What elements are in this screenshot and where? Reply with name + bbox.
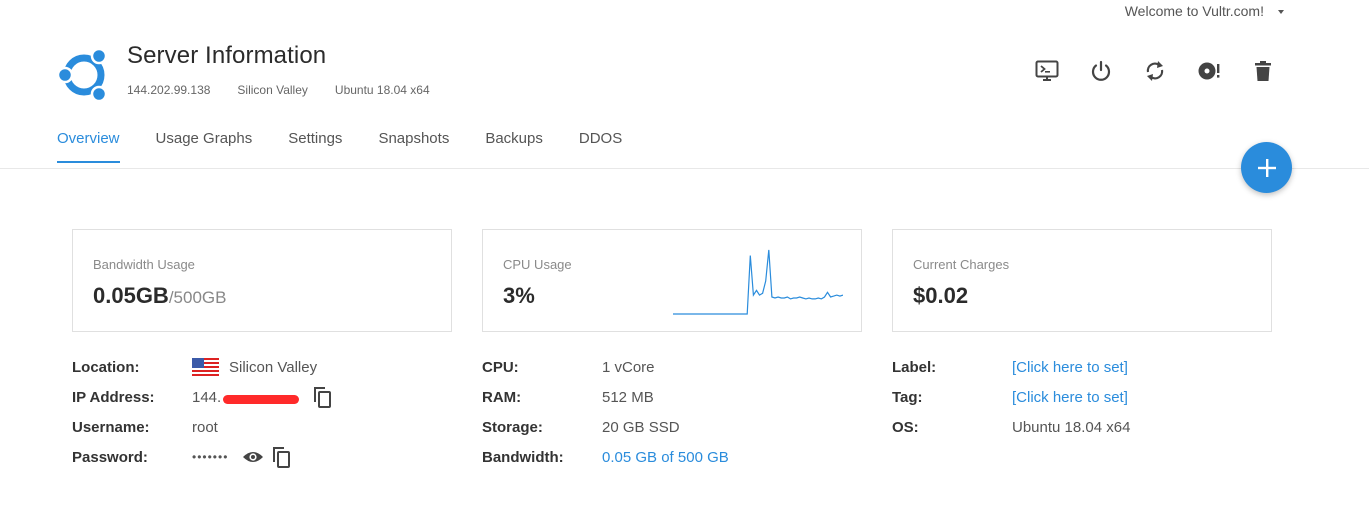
password-key: Password: (72, 448, 148, 466)
eye-icon (243, 452, 264, 462)
server-actions (1034, 58, 1276, 84)
tab-ddos[interactable]: DDOS (579, 130, 622, 163)
ip-text: 144. (192, 388, 222, 406)
cpu-card-label: CPU Usage (503, 257, 572, 272)
cpu-value: 1 vCore (602, 358, 655, 376)
copy-icon (314, 387, 332, 408)
ram-key: RAM: (482, 388, 522, 406)
location-key: Location: (72, 358, 140, 376)
ram-value: 512 MB (602, 388, 654, 406)
bandwidth-used: 0.05GB (93, 283, 169, 308)
charges-card-value: $0.02 (913, 283, 969, 308)
user-menu[interactable]: Welcome to Vultr.com! (1125, 3, 1284, 19)
username-key: Username: (72, 418, 150, 436)
us-flag-icon (192, 358, 219, 376)
copy-password-button[interactable] (272, 446, 291, 468)
server-details-middle: CPU: 1 vCore RAM: 512 MB Storage: 20 GB SSD… (482, 352, 729, 472)
plus-icon (1257, 158, 1276, 177)
console-icon (1035, 60, 1059, 81)
bandwidth-value-link[interactable]: 0.05 GB of 500 GB (602, 449, 729, 466)
cpu-usage-card: CPU Usage 3% (482, 229, 862, 332)
cpu-sparkline (673, 249, 843, 315)
server-os: Ubuntu 18.04 x64 (334, 83, 430, 97)
server-ip: 144.202.99.138 (127, 83, 211, 97)
tab-backups[interactable]: Backups (485, 130, 543, 163)
restart-button[interactable] (1142, 58, 1168, 84)
bandwidth-card-value: 0.05GB/500GB (93, 283, 226, 309)
power-button[interactable] (1088, 58, 1114, 84)
caret-down-icon (1278, 9, 1284, 14)
charges-card-label: Current Charges (913, 257, 1010, 272)
iso-button[interactable] (1196, 58, 1222, 84)
location-value: Silicon Valley (192, 358, 317, 376)
cpu-sparkline-line (673, 249, 843, 315)
power-icon (1091, 60, 1111, 81)
tag-key: Tag: (892, 388, 923, 406)
ubuntu-logo-icon (57, 47, 108, 103)
iso-icon (1198, 62, 1220, 80)
copy-ip-button[interactable] (313, 386, 332, 408)
ip-key: IP Address: (72, 388, 155, 406)
os-value: Ubuntu 18.04 x64 (1012, 418, 1131, 436)
tab-overview[interactable]: Overview (57, 130, 120, 163)
set-label-link[interactable]: [Click here to set] (1012, 359, 1128, 376)
storage-key: Storage: (482, 418, 543, 436)
username-value: root (192, 418, 218, 436)
restart-icon (1146, 61, 1164, 81)
server-header: Server Information 144.202.99.138 Silico… (57, 40, 430, 104)
server-tabs: Overview Usage Graphs Settings Snapshots… (57, 130, 658, 163)
server-details-left: Location: Silicon Valley IP Address: 144… (72, 352, 332, 472)
set-tag-link[interactable]: [Click here to set] (1012, 389, 1128, 406)
add-button[interactable] (1241, 142, 1292, 193)
copy-icon (273, 447, 291, 468)
os-key: OS: (892, 418, 919, 436)
welcome-text: Welcome to Vultr.com! (1124, 3, 1264, 19)
storage-value: 20 GB SSD (602, 418, 680, 436)
label-key: Label: (892, 358, 937, 376)
server-details-right: Label: [Click here to set] Tag: [Click her… (892, 352, 1130, 442)
current-charges-card: Current Charges $0.02 (892, 229, 1272, 332)
show-password-button[interactable] (242, 450, 264, 464)
bandwidth-usage-card: Bandwidth Usage 0.05GB/500GB (72, 229, 452, 332)
destroy-button[interactable] (1250, 58, 1276, 84)
trash-icon (1255, 61, 1271, 81)
bandwidth-key: Bandwidth: (482, 448, 564, 466)
server-location: Silicon Valley (237, 83, 308, 97)
tab-settings[interactable]: Settings (288, 130, 342, 163)
tabs-divider (0, 168, 1369, 169)
tab-snapshots[interactable]: Snapshots (378, 130, 449, 163)
page-title: Server Information (127, 42, 327, 69)
location-text: Silicon Valley (229, 358, 318, 376)
redaction-mark (223, 395, 300, 404)
ip-value: 144. (192, 386, 332, 408)
bandwidth-limit: /500GB (168, 288, 227, 307)
console-button[interactable] (1034, 58, 1060, 84)
cpu-card-value: 3% (503, 283, 535, 308)
tab-usage-graphs[interactable]: Usage Graphs (156, 130, 253, 163)
cpu-key: CPU: (482, 358, 519, 376)
bandwidth-card-label: Bandwidth Usage (93, 257, 195, 272)
password-text: ••••••• (192, 450, 229, 464)
password-value: ••••••• (192, 446, 291, 468)
